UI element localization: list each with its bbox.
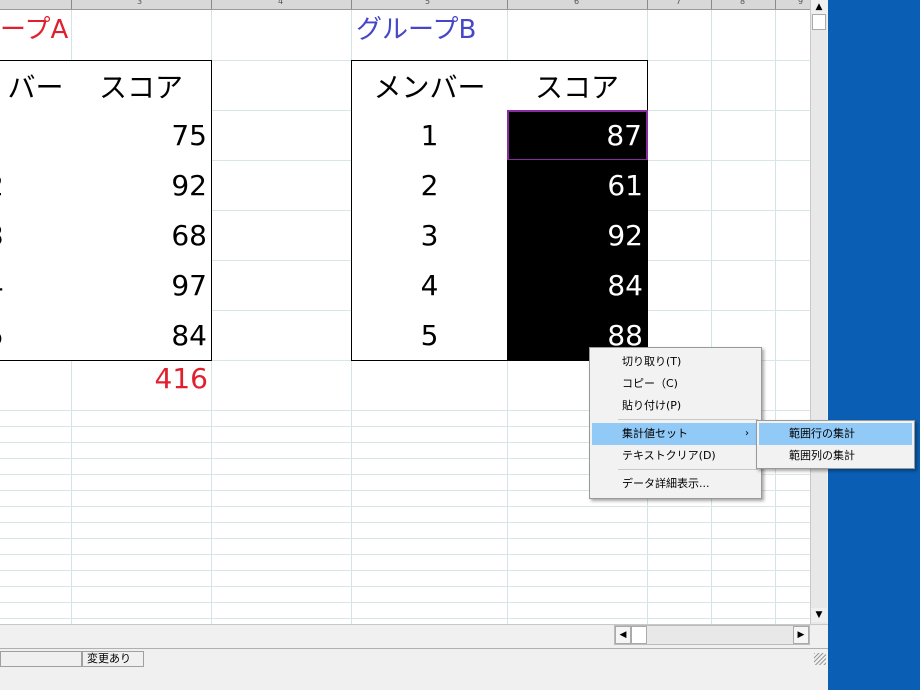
group-a-member-cell[interactable] [0,110,72,161]
group-a-score-cell[interactable]: 75 [71,110,212,161]
menu-item-copy[interactable]: コピー（C) [592,373,759,395]
resize-grip-icon[interactable] [814,653,826,665]
menu-item-aggregate-set[interactable]: 集計値セット › [592,423,759,445]
group-b-member-cell[interactable]: 1 [351,110,508,161]
horizontal-scroll-thumb[interactable] [631,626,647,644]
menu-item-text-clear[interactable]: テキストクリア(D) [592,445,759,467]
menu-item-aggregate-set-label: 集計値セット [622,427,688,440]
status-segment [0,651,82,667]
group-b-member-cell[interactable]: 3 [351,210,508,261]
aggregate-submenu: 範囲行の集計 範囲列の集計 [756,420,915,469]
group-a-score-cell[interactable]: 84 [71,310,212,361]
group-a-member-cell[interactable]: 2 [0,160,72,211]
group-b-member-cell[interactable]: 4 [351,260,508,311]
column-header-7[interactable]: 7 [676,0,681,6]
column-header-5[interactable]: 5 [425,0,430,6]
vertical-scrollbar[interactable]: ▲ ▼ [810,0,827,624]
submenu-item-column-total[interactable]: 範囲列の集計 [759,445,912,467]
group-b-score-cell-active[interactable]: 87 [507,110,648,161]
column-header-4[interactable]: 4 [278,0,283,6]
group-a-member-cell[interactable]: 4 [0,260,72,311]
group-a-score-cell[interactable]: 68 [71,210,212,261]
scroll-right-icon[interactable]: ▶ [793,626,809,644]
menu-separator [618,419,758,420]
group-b-member-cell[interactable]: 5 [351,310,508,361]
status-modified: 変更あり [82,651,144,667]
horizontal-scrollbar[interactable]: ◀ ▶ [614,625,810,645]
submenu-arrow-icon: › [745,428,749,439]
group-b-score-cell[interactable]: 84 [507,260,648,311]
group-a-title[interactable]: ープA [0,15,68,45]
context-menu: 切り取り(T) コピー（C) 貼り付け(P) 集計値セット › テキストクリア(… [589,347,762,499]
menu-separator [618,469,758,470]
spreadsheet-window: 3 4 5 6 7 8 9 ープA グループB バー スコア 75 92 68 … [0,0,828,690]
group-a-member-cell[interactable]: 3 [0,210,72,261]
column-header-3[interactable]: 3 [137,0,142,6]
group-b-score-cell[interactable]: 61 [507,160,648,211]
group-b-member-cell[interactable]: 2 [351,160,508,211]
group-a-score-cell[interactable]: 97 [71,260,212,311]
menu-item-cut[interactable]: 切り取り(T) [592,351,759,373]
group-b-header-member[interactable]: メンバー [351,60,508,111]
column-header-bar[interactable]: 3 4 5 6 7 8 9 [0,0,810,10]
scroll-up-icon[interactable]: ▲ [811,0,827,14]
group-b-header-score[interactable]: スコア [507,60,648,111]
group-a-member-cell[interactable]: 5 [0,310,72,361]
group-a-header-member[interactable]: バー [0,60,72,111]
scroll-down-icon[interactable]: ▼ [811,608,827,622]
sheet-grid[interactable]: 3 4 5 6 7 8 9 ープA グループB バー スコア 75 92 68 … [0,0,810,624]
scroll-left-icon[interactable]: ◀ [615,626,631,644]
group-a-score-cell[interactable]: 92 [71,160,212,211]
column-header-9[interactable]: 9 [798,0,803,6]
submenu-item-row-total[interactable]: 範囲行の集計 [759,423,912,445]
status-bar: 変更あり [0,648,828,690]
vertical-scroll-thumb[interactable] [812,14,826,30]
group-a-total[interactable]: 416 [71,362,208,402]
group-b-score-cell[interactable]: 92 [507,210,648,261]
menu-item-paste[interactable]: 貼り付け(P) [592,395,759,417]
column-header-8[interactable]: 8 [740,0,745,6]
column-header-6[interactable]: 6 [574,0,579,6]
group-b-title[interactable]: グループB [356,15,476,45]
group-a-header-score[interactable]: スコア [71,60,212,111]
menu-item-data-detail[interactable]: データ詳細表示... [592,473,759,495]
